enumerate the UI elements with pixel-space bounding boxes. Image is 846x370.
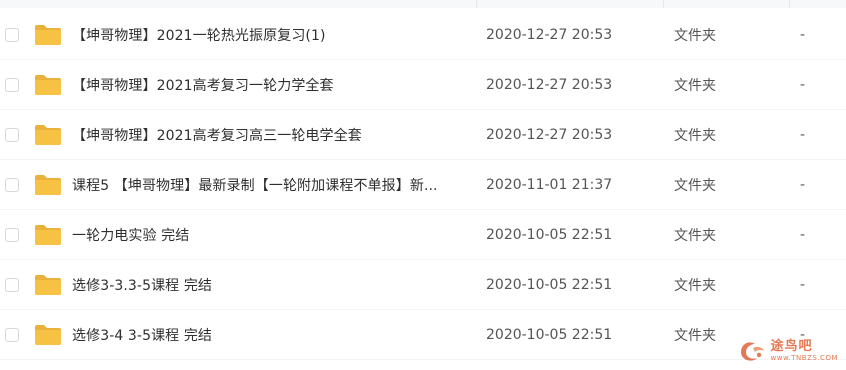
row-checkbox[interactable] <box>5 77 19 92</box>
modified-date: 2020-10-05 22:51 <box>486 226 613 243</box>
watermark: 途鸟吧 www.TNBZS.COM <box>737 338 838 364</box>
file-type: 文件夹 <box>674 277 716 294</box>
watermark-name: 途鸟吧 <box>770 339 813 354</box>
file-name[interactable]: 一轮力电实验 完结 <box>72 225 467 245</box>
file-row[interactable]: 【坤哥物理】2021高考复习高三一轮电学全套 2020-12-27 20:53 … <box>0 110 846 160</box>
file-name[interactable]: 【坤哥物理】2021一轮热光振原复习(1) <box>72 25 467 45</box>
file-size: - <box>800 276 806 293</box>
modified-date: 2020-12-27 20:53 <box>486 76 613 93</box>
file-row[interactable]: 一轮力电实验 完结 2020-10-05 22:51 文件夹 - <box>0 210 846 260</box>
file-type: 文件夹 <box>674 327 716 344</box>
folder-icon <box>35 274 61 295</box>
row-checkbox[interactable] <box>5 127 19 142</box>
file-row[interactable]: 选修3-3.3-5课程 完结 2020-10-05 22:51 文件夹 - <box>0 260 846 310</box>
file-row[interactable]: 选修3-4 3-5课程 完结 2020-10-05 22:51 文件夹 - <box>0 310 846 360</box>
watermark-url: www.TNBZS.COM <box>770 354 838 362</box>
file-type: 文件夹 <box>674 177 716 194</box>
file-size: - <box>800 126 806 143</box>
folder-icon <box>35 124 61 145</box>
file-type: 文件夹 <box>674 77 716 94</box>
column-divider[interactable] <box>789 0 790 8</box>
modified-date: 2020-10-05 22:51 <box>486 326 613 343</box>
column-divider[interactable] <box>663 0 664 8</box>
folder-icon <box>35 174 61 195</box>
file-row[interactable]: 课程5 【坤哥物理】最新录制【一轮附加课程不单报】新... 2020-11-01… <box>0 160 846 210</box>
folder-icon <box>35 74 61 95</box>
modified-date: 2020-12-27 20:53 <box>486 26 613 43</box>
row-checkbox[interactable] <box>5 277 19 292</box>
file-name[interactable]: 【坤哥物理】2021高考复习高三一轮电学全套 <box>72 125 467 145</box>
column-header-strip <box>0 0 846 8</box>
row-checkbox[interactable] <box>5 27 19 42</box>
modified-date: 2020-10-05 22:51 <box>486 276 613 293</box>
file-name[interactable]: 【坤哥物理】2021高考复习一轮力学全套 <box>72 75 467 95</box>
folder-icon <box>35 24 61 45</box>
file-name[interactable]: 课程5 【坤哥物理】最新录制【一轮附加课程不单报】新... <box>72 175 467 195</box>
file-name[interactable]: 选修3-4 3-5课程 完结 <box>72 325 467 345</box>
modified-date: 2020-11-01 21:37 <box>486 176 613 193</box>
file-type: 文件夹 <box>674 227 716 244</box>
file-size: - <box>800 176 806 193</box>
folder-icon <box>35 324 61 345</box>
file-row[interactable]: 【坤哥物理】2021高考复习一轮力学全套 2020-12-27 20:53 文件… <box>0 60 846 110</box>
file-list: 【坤哥物理】2021一轮热光振原复习(1) 2020-12-27 20:53 文… <box>0 0 846 370</box>
row-checkbox[interactable] <box>5 177 19 192</box>
row-checkbox[interactable] <box>5 327 19 342</box>
file-size: - <box>800 26 806 43</box>
watermark-logo-icon <box>740 342 764 361</box>
file-size: - <box>800 76 806 93</box>
file-type: 文件夹 <box>674 127 716 144</box>
file-row[interactable]: 【坤哥物理】2021一轮热光振原复习(1) 2020-12-27 20:53 文… <box>0 10 846 60</box>
row-checkbox[interactable] <box>5 227 19 242</box>
modified-date: 2020-12-27 20:53 <box>486 126 613 143</box>
folder-icon <box>35 224 61 245</box>
file-size: - <box>800 226 806 243</box>
file-type: 文件夹 <box>674 27 716 44</box>
file-name[interactable]: 选修3-3.3-5课程 完结 <box>72 275 467 295</box>
column-divider[interactable] <box>476 0 477 8</box>
